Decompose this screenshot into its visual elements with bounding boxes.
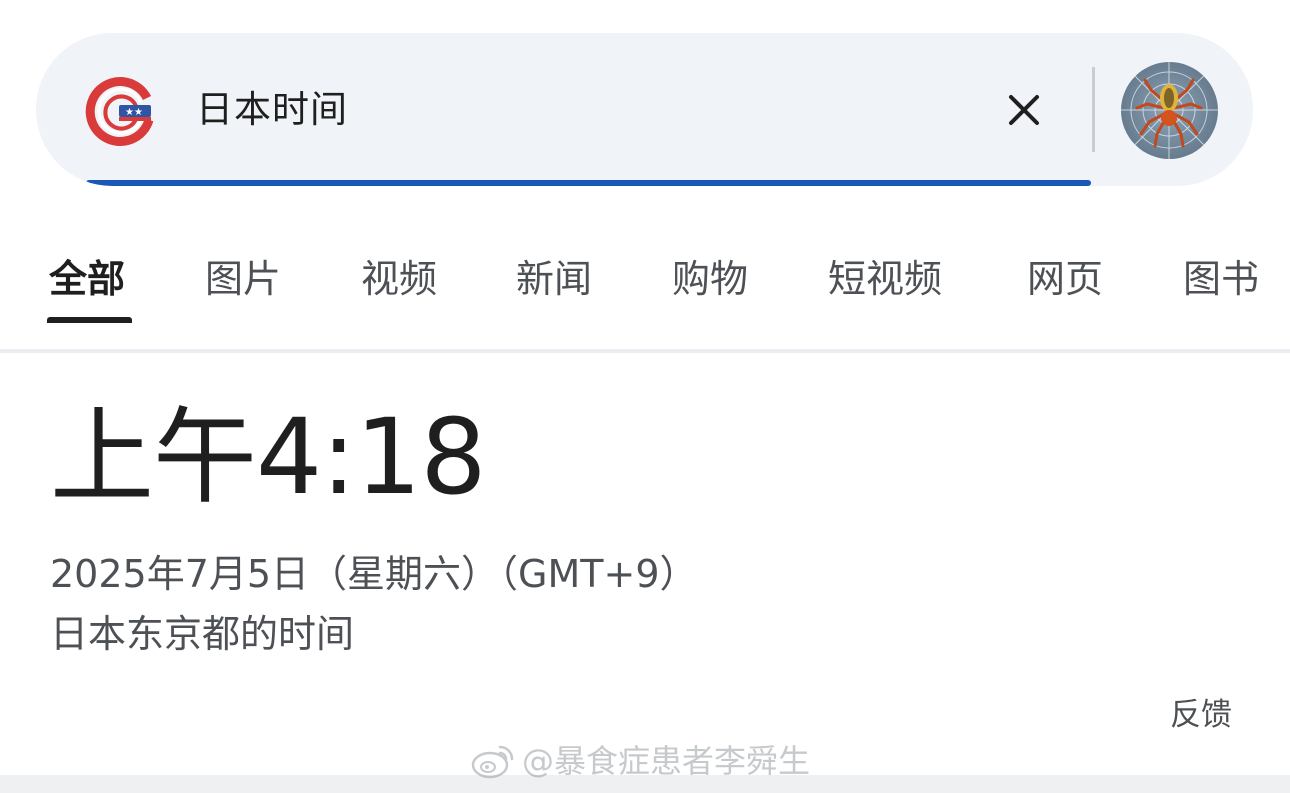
- tab-videos[interactable]: 视频: [361, 254, 437, 304]
- location-label: 日本东京都的时间: [50, 612, 355, 656]
- clear-search-button[interactable]: [998, 84, 1050, 136]
- tab-web[interactable]: 网页: [1027, 254, 1103, 304]
- search-bar[interactable]: ★★ 日本时间: [36, 33, 1253, 186]
- svg-text:★★: ★★: [125, 107, 143, 118]
- feedback-link[interactable]: 反馈: [1170, 693, 1232, 737]
- active-tab-indicator: [47, 317, 132, 323]
- tab-books[interactable]: 图书: [1183, 254, 1259, 304]
- tab-images[interactable]: 图片: [205, 254, 281, 304]
- tab-all[interactable]: 全部: [49, 254, 125, 304]
- loading-progress-bar: [86, 180, 1091, 186]
- search-bar-divider: [1092, 67, 1095, 152]
- tab-news[interactable]: 新闻: [516, 254, 592, 304]
- tab-short-videos[interactable]: 短视频: [828, 254, 942, 304]
- search-input[interactable]: 日本时间: [196, 83, 348, 137]
- current-time: 上午4:18: [50, 396, 487, 518]
- avatar[interactable]: [1121, 62, 1218, 159]
- tabs-separator: [0, 349, 1290, 353]
- search-results-page: ★★ 日本时间 全部 图片 视频 新闻 购物 短视频 网页 图书 上午4:18 …: [0, 0, 1290, 793]
- tab-shopping[interactable]: 购物: [672, 254, 748, 304]
- date-and-timezone: 2025年7月5日（星期六）（GMT+9）: [50, 552, 698, 596]
- weibo-icon: [471, 745, 514, 779]
- watermark: @暴食症患者李舜生: [470, 738, 810, 784]
- close-icon: [1009, 95, 1039, 125]
- spider-avatar-icon: [1121, 62, 1218, 159]
- google-flag-g-icon[interactable]: ★★: [85, 76, 157, 148]
- watermark-text: @暴食症患者李舜生: [522, 742, 811, 780]
- search-tabs: 全部 图片 视频 新闻 购物 短视频 网页 图书: [0, 232, 1290, 350]
